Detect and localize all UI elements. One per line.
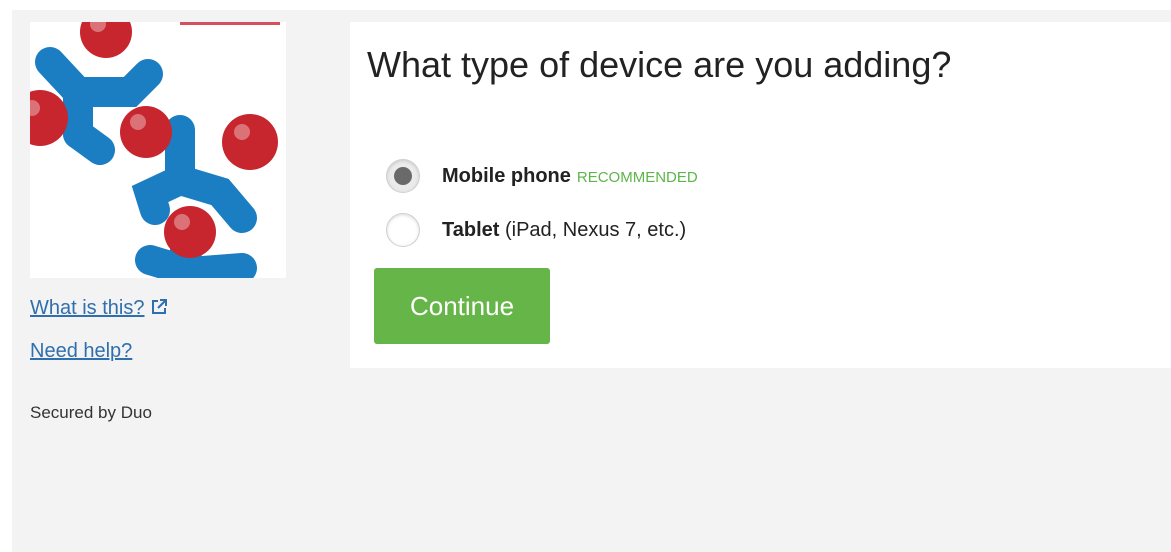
mobile-phone-radio[interactable] <box>386 159 420 193</box>
sidebar-links: What is this? Need help? <box>30 296 168 380</box>
mobile-phone-option-label: Mobile phone RECOMMENDED <box>442 165 698 188</box>
tablet-detail: (iPad, Nexus 7, etc.) <box>499 218 687 241</box>
tablet-label: Tablet <box>442 218 500 241</box>
option-tablet[interactable]: Tablet (iPad, Nexus 7, etc.) <box>386 212 686 248</box>
what-is-this-link[interactable]: What is this? <box>30 296 168 322</box>
need-help-link[interactable]: Need help? <box>30 339 168 363</box>
page-title: What type of device are you adding? <box>367 44 952 85</box>
tablet-radio[interactable] <box>386 213 420 247</box>
external-link-icon <box>150 298 168 322</box>
organization-logo <box>30 22 286 278</box>
device-type-panel: What type of device are you adding? Mobi… <box>350 22 1171 368</box>
mobile-phone-label: Mobile phone <box>442 164 571 187</box>
what-is-this-label: What is this? <box>30 297 145 319</box>
recommended-badge: RECOMMENDED <box>576 168 698 186</box>
option-mobile-phone[interactable]: Mobile phone RECOMMENDED <box>386 158 698 194</box>
tablet-option-label: Tablet (iPad, Nexus 7, etc.) <box>442 219 686 242</box>
secured-by-duo-text: Secured by Duo <box>30 403 152 422</box>
continue-button[interactable]: Continue <box>374 268 550 344</box>
logo-graphic <box>30 22 280 278</box>
